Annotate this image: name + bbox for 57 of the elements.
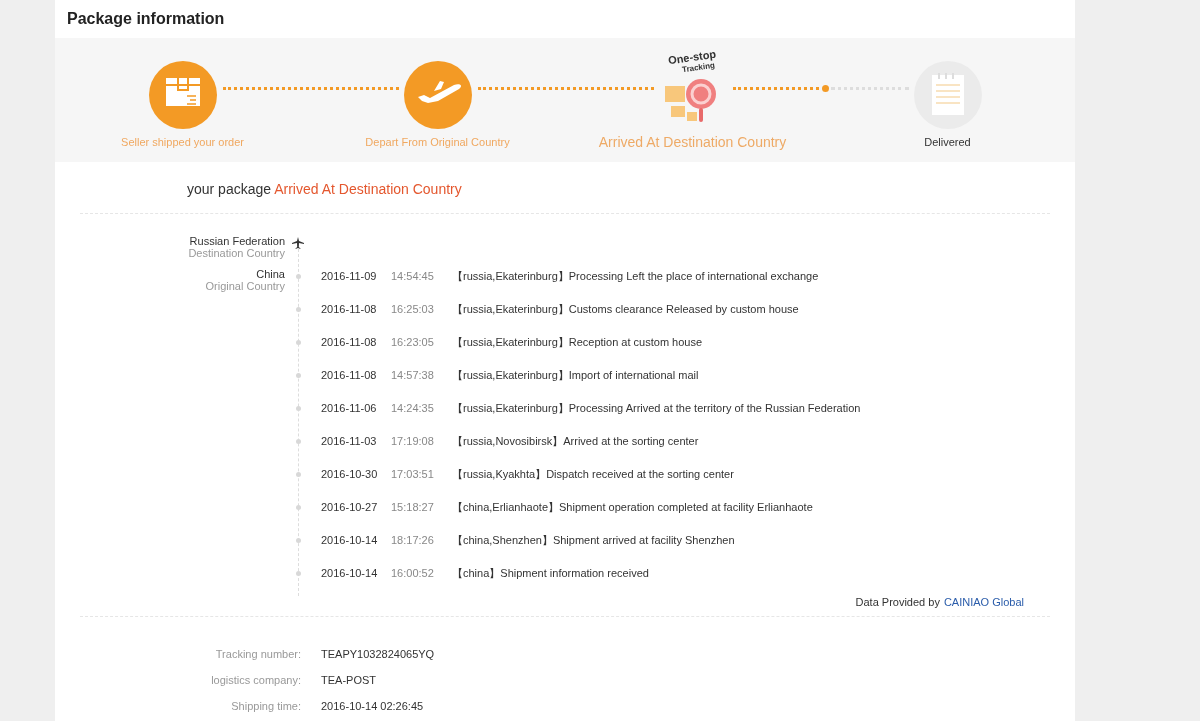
panel-title: Package information xyxy=(67,10,225,28)
event-description: 【russia,Ekaterinburg】Customs clearance Released by custom house xyxy=(452,302,799,317)
event-time: 15:18:27 xyxy=(391,500,435,515)
event-time: 14:54:45 xyxy=(391,269,435,284)
event-time: 14:24:35 xyxy=(391,401,435,416)
timeline-dot xyxy=(295,306,301,312)
status-value: Arrived At Destination Country xyxy=(274,181,462,197)
event-time: 18:17:26 xyxy=(391,533,435,548)
event-description: 【russia,Novosibirsk】Arrived at the sorting center xyxy=(452,434,699,449)
event-date: 2016-11-08 xyxy=(321,368,378,383)
event-time: 14:57:38 xyxy=(391,368,435,383)
detail-label: Shipping time: xyxy=(230,699,301,713)
detail-value: TEAPY1032824065YQ xyxy=(321,647,436,661)
detail-label: logistics company: xyxy=(210,673,301,687)
step-label: Delivered xyxy=(924,136,971,148)
box-icon xyxy=(148,61,217,129)
step-label: Seller shipped your order xyxy=(121,136,244,148)
event-time: 17:03:51 xyxy=(391,467,435,482)
event-date: 2016-10-14 xyxy=(321,533,379,548)
event-time: 17:19:08 xyxy=(391,434,435,449)
event-description: 【russia,Kyakhta】Dispatch received at the sorting center xyxy=(452,467,734,482)
provider-text: Data Provided by xyxy=(855,596,940,608)
event-date: 2016-11-03 xyxy=(321,434,378,449)
provider-link[interactable]: CAINIAO Global xyxy=(943,596,1024,608)
event-date: 2016-10-30 xyxy=(321,467,379,482)
country-name: China xyxy=(256,268,285,280)
detail-value: TEA-POST xyxy=(321,673,377,687)
event-description: 【russia,Ekaterinburg】Processing Arrived at the territory of the Russian Federation xyxy=(452,401,861,416)
event-date: 2016-10-14 xyxy=(321,566,379,581)
event-time: 16:25:03 xyxy=(391,302,435,317)
event-description: 【russia,Ekaterinburg】Processing Left the place of international exchange xyxy=(452,269,819,284)
notepad-icon xyxy=(913,61,982,129)
status-text: your package xyxy=(187,181,272,197)
event-description: 【china,Shenzhen】Shipment arrived at facility Shenzhen xyxy=(452,533,735,548)
event-date: 2016-11-09 xyxy=(321,269,378,284)
timeline-dot xyxy=(295,471,301,477)
country-name: Russian Federation xyxy=(189,235,285,247)
country-role: Destination Country xyxy=(188,247,285,259)
detail-value: 2016-10-14 02:26:45 xyxy=(321,699,425,713)
event-time: 16:00:52 xyxy=(391,566,435,581)
event-date: 2016-11-08 xyxy=(321,302,378,317)
timeline-dot xyxy=(295,537,301,543)
timeline-dot xyxy=(295,372,301,378)
event-description: 【russia,Ekaterinburg】Import of international mail xyxy=(452,368,699,383)
progress-dot xyxy=(822,85,829,92)
event-description: 【china】Shipment information received xyxy=(452,566,649,581)
event-date: 2016-11-08 xyxy=(321,335,378,350)
step-label: Depart From Original Country xyxy=(365,136,510,148)
step-label: Arrived At Destination Country xyxy=(598,134,787,150)
event-description: 【russia,Ekaterinburg】Reception at custom house xyxy=(452,335,703,350)
event-time: 16:23:05 xyxy=(391,335,435,350)
airplane-icon xyxy=(403,61,472,129)
event-date: 2016-10-27 xyxy=(321,500,379,515)
event-date: 2016-11-06 xyxy=(321,401,378,416)
detail-label: Tracking number: xyxy=(214,647,301,661)
country-role: Original Country xyxy=(205,280,285,292)
event-description: 【china,Erlianhaote】Shipment operation completed at facility Erlianhaote xyxy=(452,500,813,515)
